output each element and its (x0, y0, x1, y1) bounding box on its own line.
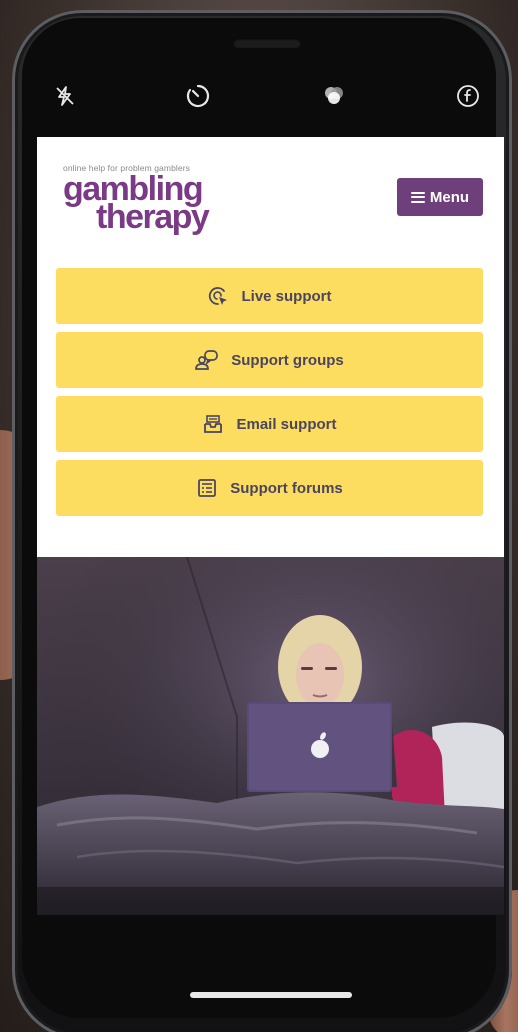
live-support-button[interactable]: Live support (56, 268, 483, 324)
email-support-button[interactable]: Email support (56, 396, 483, 452)
hamburger-icon (410, 191, 425, 203)
support-forums-label: Support forums (230, 479, 343, 497)
support-forums-button[interactable]: Support forums (56, 460, 483, 516)
live-support-label: Live support (241, 287, 332, 305)
camera-controls-bar (36, 70, 502, 130)
forum-list-icon (198, 479, 217, 497)
group-chat-icon (195, 350, 219, 370)
email-support-label: Email support (236, 415, 337, 433)
support-actions: Live support Support groups Email suppor… (56, 268, 483, 524)
phone-screen: online help for problem gamblers gamblin… (37, 137, 504, 915)
timer-icon[interactable] (184, 82, 212, 110)
photo-scene: online help for problem gamblers gamblin… (0, 0, 518, 1032)
support-groups-button[interactable]: Support groups (56, 332, 483, 388)
live-chat-cursor-icon (209, 287, 228, 305)
menu-button[interactable]: Menu (397, 178, 483, 216)
live-photo-icon[interactable] (454, 82, 482, 110)
filters-icon[interactable] (320, 82, 348, 110)
email-inbox-icon (204, 415, 223, 433)
hero-photo (37, 557, 504, 915)
home-indicator[interactable] (190, 992, 352, 998)
support-groups-label: Support groups (231, 351, 344, 369)
site-logo[interactable]: gambling therapy (63, 172, 210, 236)
menu-label: Menu (429, 188, 470, 206)
site-header: online help for problem gamblers gamblin… (37, 137, 504, 257)
earpiece-speaker (233, 38, 301, 48)
logo-line-2: therapy (96, 198, 210, 236)
flash-off-icon[interactable] (51, 82, 79, 110)
